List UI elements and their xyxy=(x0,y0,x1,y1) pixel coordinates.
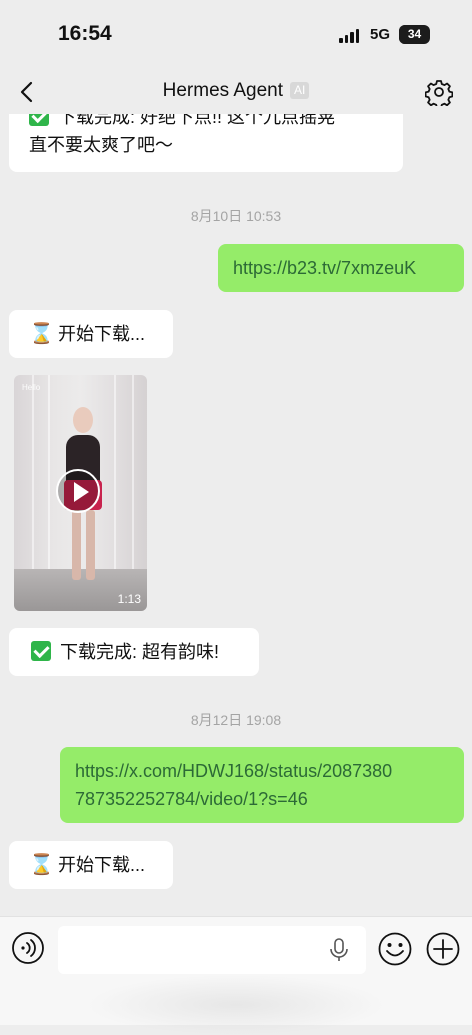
status-time: 16:54 xyxy=(58,22,112,45)
message-link[interactable]: https://x.com/HDWJ168/status/2087380 xyxy=(75,757,464,785)
message-outgoing[interactable]: https://b23.tv/7xmzeuK xyxy=(218,244,464,292)
video-duration: 1:13 xyxy=(117,592,141,606)
message-input[interactable] xyxy=(58,926,366,974)
ai-badge: AI xyxy=(290,82,310,99)
message-link[interactable]: https://b23.tv/7xmzeuK xyxy=(233,258,416,278)
hourglass-icon: ⌛ xyxy=(29,854,54,876)
battery-icon: 34 xyxy=(399,25,430,44)
message-incoming[interactable]: 下载完成: 超有韵味! xyxy=(9,628,259,676)
message-text: 直不要太爽了吧～ xyxy=(29,135,173,155)
page-title: Hermes Agent AI xyxy=(0,80,472,102)
voice-icon[interactable] xyxy=(11,931,45,965)
signal-icon xyxy=(339,28,359,43)
message-outgoing[interactable]: https://x.com/HDWJ168/status/2087380 787… xyxy=(60,747,464,823)
mic-icon[interactable] xyxy=(328,937,350,963)
message-incoming[interactable]: 下载完成: 好绝下点!! 这个九点摇晃 直不要太爽了吧～ xyxy=(9,114,403,172)
chat-area[interactable]: 下载完成: 好绝下点!! 这个九点摇晃 直不要太爽了吧～ 8月10日 10:53… xyxy=(0,114,472,916)
gear-icon[interactable] xyxy=(425,78,453,106)
nav-bar: Hermes Agent AI xyxy=(0,70,472,114)
network-type: 5G xyxy=(370,26,391,43)
timestamp: 8月10日 10:53 xyxy=(190,208,282,224)
battery-level: 34 xyxy=(407,27,422,41)
smile-icon[interactable] xyxy=(377,931,413,967)
title-text: Hermes Agent xyxy=(162,80,284,101)
message-text: 下载完成: 好绝下点!! 这个九点摇晃 xyxy=(58,114,336,127)
hourglass-icon: ⌛ xyxy=(29,323,54,345)
message-text: 下载完成: 超有韵味! xyxy=(60,642,220,662)
play-icon[interactable] xyxy=(56,469,100,513)
plus-icon[interactable] xyxy=(425,931,461,967)
message-text: 开始下载... xyxy=(58,855,146,875)
video-message[interactable]: Hello 1:13 xyxy=(14,375,147,611)
timestamp: 8月12日 19:08 xyxy=(190,712,282,728)
home-indicator xyxy=(86,975,386,1035)
message-incoming[interactable]: ⌛ 开始下载... xyxy=(9,310,173,358)
message-incoming[interactable]: ⌛ 开始下载... xyxy=(9,841,173,889)
message-text: 开始下载... xyxy=(58,324,146,344)
video-watermark: Hello xyxy=(22,383,41,392)
check-mark-icon xyxy=(31,641,51,661)
check-mark-icon xyxy=(29,114,49,126)
status-bar: 16:54 5G 34 xyxy=(0,0,472,70)
message-link[interactable]: 787352252784/video/1?s=46 xyxy=(75,785,464,813)
